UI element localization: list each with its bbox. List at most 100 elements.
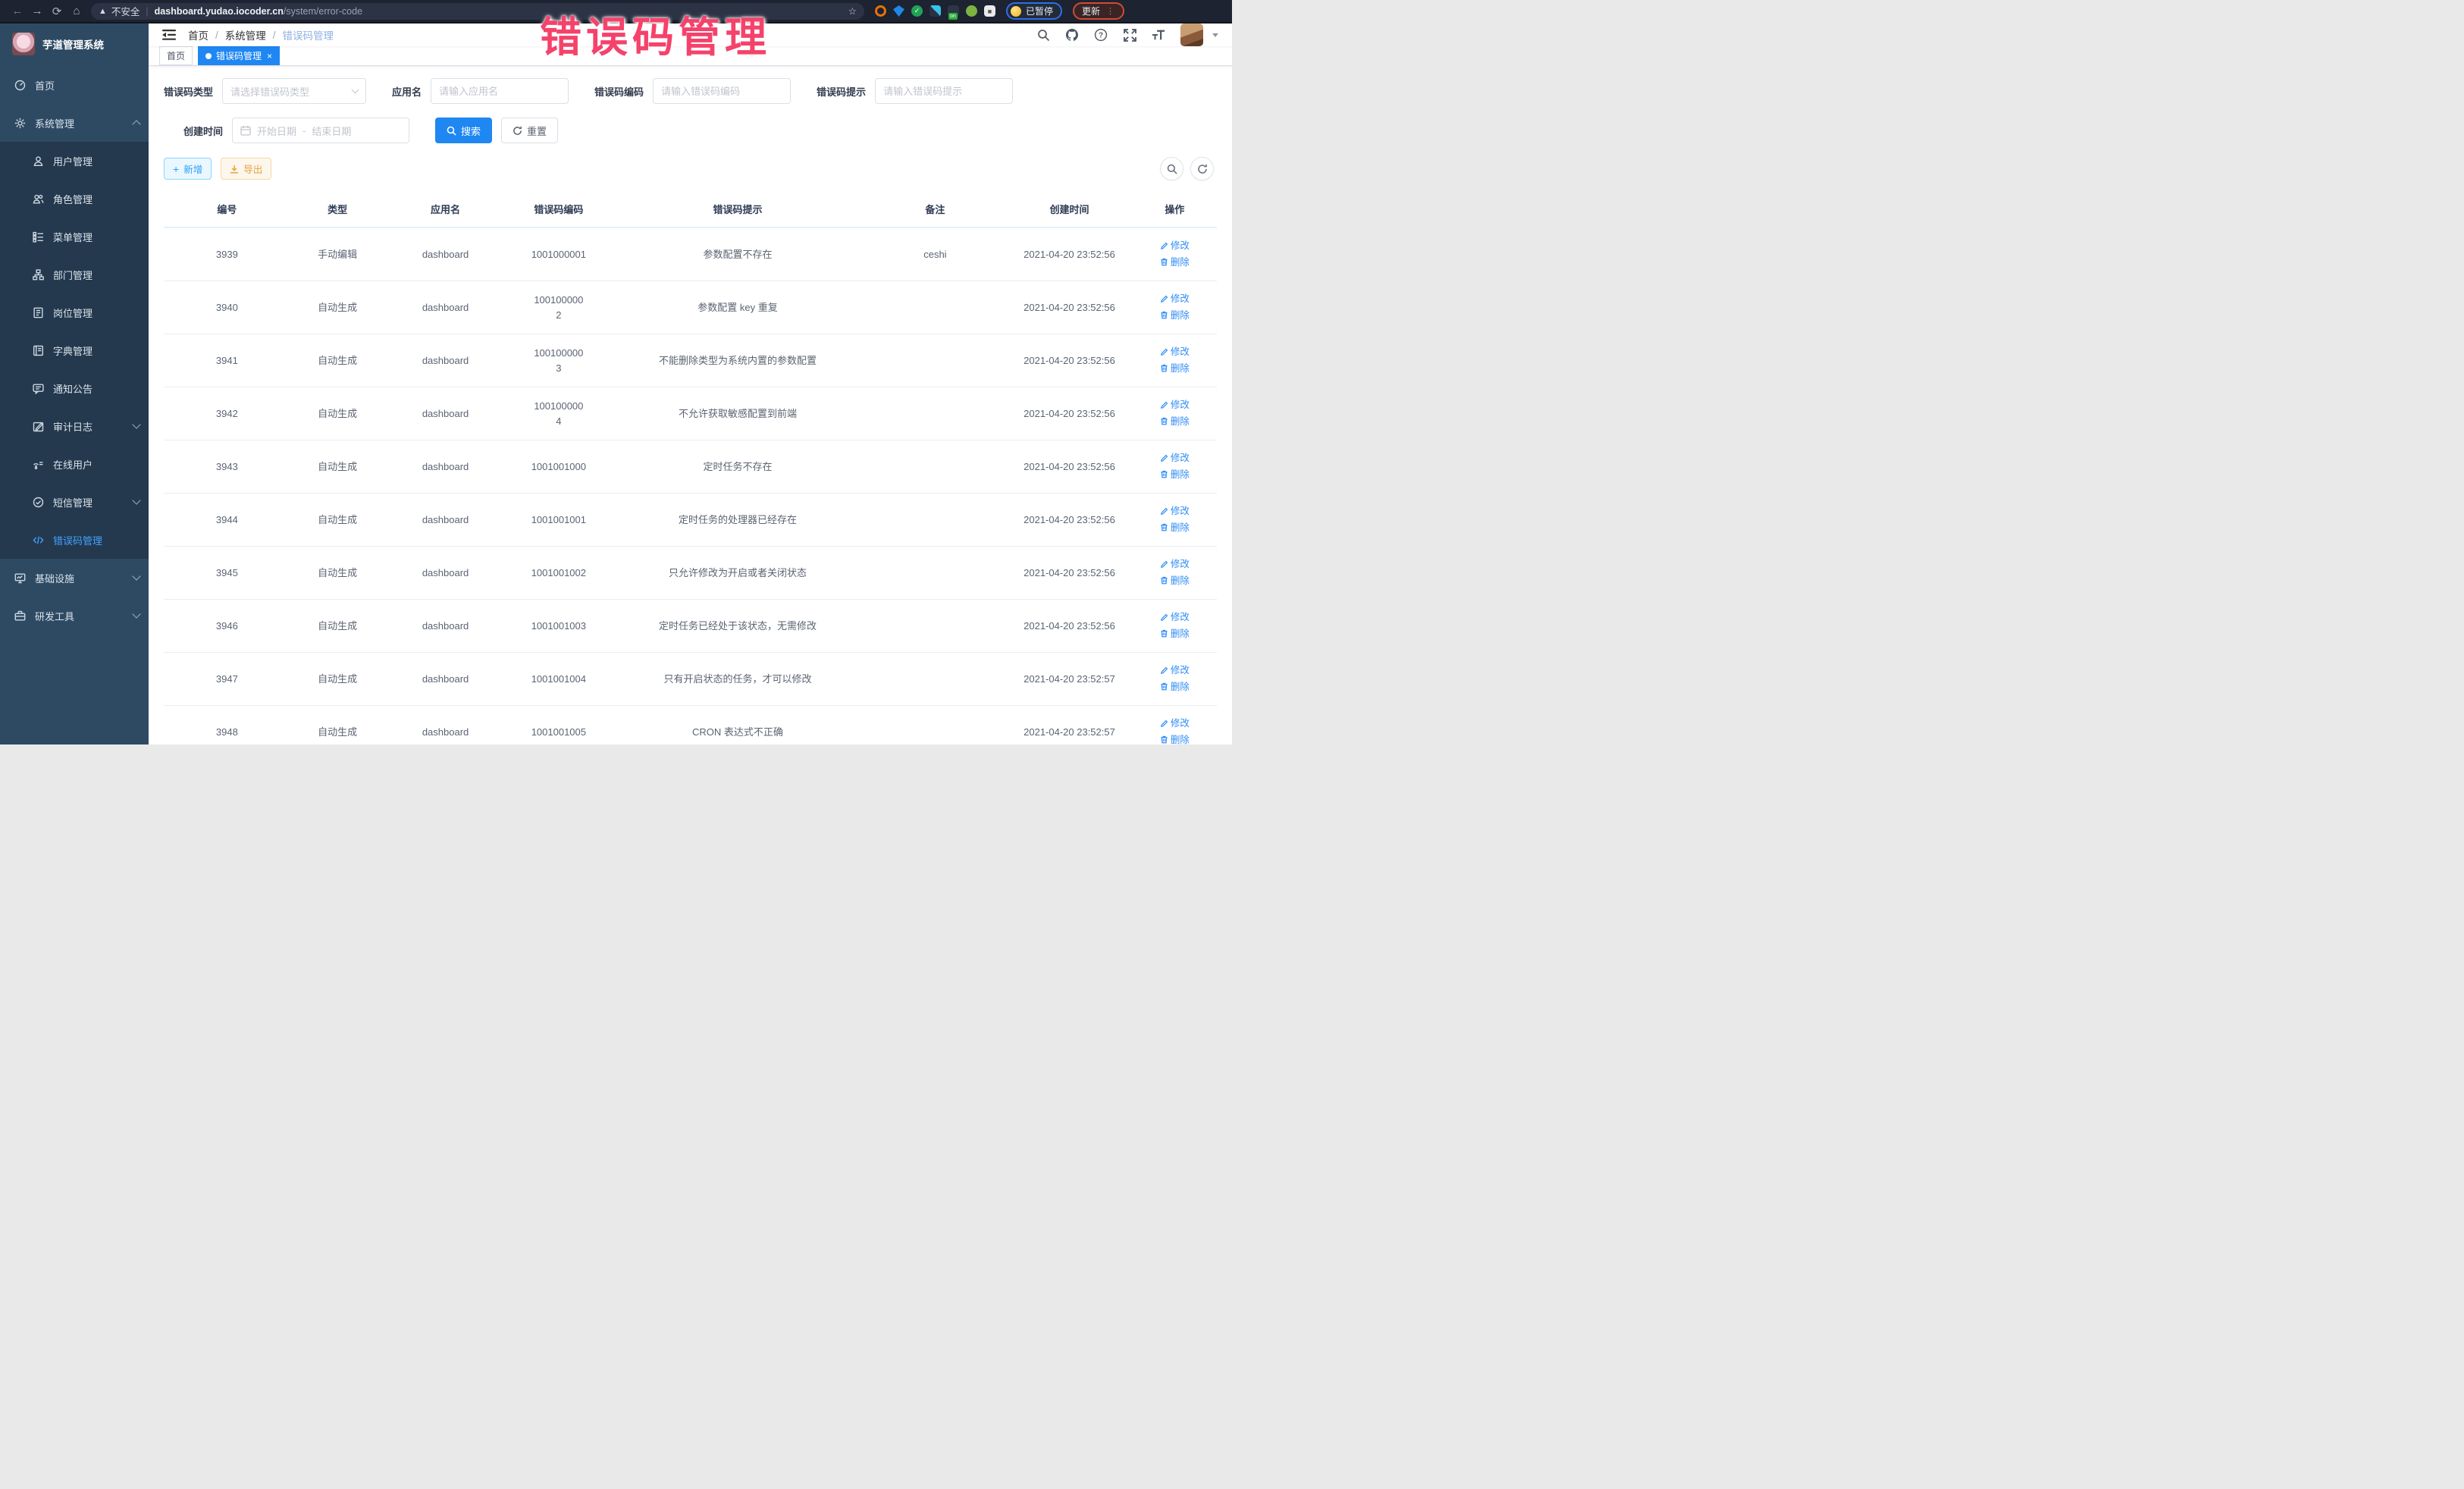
search-button[interactable]: 搜索 — [435, 118, 492, 143]
edit-link[interactable]: 修改 — [1160, 291, 1190, 306]
edit-link[interactable]: 修改 — [1160, 663, 1190, 678]
edit-link[interactable]: 修改 — [1160, 503, 1190, 519]
delete-link[interactable]: 删除 — [1160, 520, 1190, 535]
reload-icon[interactable]: ⟳ — [47, 5, 67, 18]
sidebar-item-首页[interactable]: 首页 — [0, 66, 149, 104]
column-header: 操作 — [1133, 191, 1217, 227]
sidebar-item-角色管理[interactable]: 角色管理 — [0, 180, 149, 218]
edit-link[interactable]: 修改 — [1160, 238, 1190, 253]
security-label[interactable]: 不安全 — [111, 4, 140, 18]
tag-错误码管理[interactable]: 错误码管理× — [198, 46, 280, 65]
sidebar: 芋道管理系统 首页 系统管理 用户管理 角色管理 菜单管理 部门管理 岗位管理 … — [0, 24, 149, 744]
sidebar-item-用户管理[interactable]: 用户管理 — [0, 142, 149, 180]
breadcrumb-current: 错误码管理 — [283, 27, 334, 42]
cell-create-time: 2021-04-20 23:52:56 — [1006, 440, 1133, 494]
app-name-input[interactable] — [439, 86, 560, 97]
delete-link[interactable]: 删除 — [1160, 732, 1190, 745]
edit-link[interactable]: 修改 — [1160, 716, 1190, 731]
edit-link[interactable]: 修改 — [1160, 344, 1190, 359]
edit-link[interactable]: 修改 — [1160, 556, 1190, 572]
delete-icon — [1160, 417, 1168, 425]
back-icon[interactable]: ← — [8, 5, 27, 17]
extension-icon[interactable]: on — [948, 5, 959, 17]
extension-icon[interactable] — [893, 5, 904, 17]
search-icon — [1167, 164, 1177, 174]
date-separator: - — [303, 125, 306, 136]
cell-type: 手动编辑 — [290, 227, 385, 281]
sidebar-item-label: 在线用户 — [53, 457, 92, 472]
collapse-sidebar-icon[interactable] — [162, 29, 176, 41]
delete-link[interactable]: 删除 — [1160, 679, 1190, 694]
breadcrumb-system[interactable]: 系统管理 — [225, 27, 266, 42]
forward-icon[interactable]: → — [27, 5, 47, 17]
home-icon[interactable]: ⌂ — [67, 5, 86, 17]
sidebar-item-短信管理[interactable]: 短信管理 — [0, 483, 149, 521]
table-body: 3939手动编辑dashboard1001000001参数配置不存在ceshi2… — [164, 227, 1217, 744]
delete-link[interactable]: 删除 — [1160, 255, 1190, 270]
delete-link[interactable]: 删除 — [1160, 308, 1190, 323]
sidebar-item-岗位管理[interactable]: 岗位管理 — [0, 293, 149, 331]
sidebar-item-通知公告[interactable]: 通知公告 — [0, 369, 149, 407]
profile-paused-badge[interactable]: 已暂停 — [1006, 2, 1062, 20]
refresh-table-button[interactable] — [1190, 157, 1214, 180]
cell-remark — [864, 387, 1007, 440]
extension-icon[interactable] — [875, 5, 886, 17]
cell-actions: 修改删除 — [1133, 653, 1217, 706]
column-header: 编号 — [164, 191, 290, 227]
user-avatar[interactable] — [1180, 24, 1203, 46]
cell-type: 自动生成 — [290, 653, 385, 706]
extension-icon[interactable] — [966, 5, 977, 17]
sidebar-item-部门管理[interactable]: 部门管理 — [0, 255, 149, 293]
browser-update-button[interactable]: 更新 ⋮ — [1073, 2, 1124, 20]
toggle-search-button[interactable] — [1160, 157, 1183, 180]
search-form-row-2: 创建时间 开始日期 - 结束日期 搜索 重置 — [164, 118, 1217, 143]
bookmark-star-icon[interactable]: ☆ — [848, 5, 857, 17]
sidebar-item-菜单管理[interactable]: 菜单管理 — [0, 218, 149, 255]
sidebar-item-label: 岗位管理 — [53, 306, 92, 320]
cell-code: 100100000 2 — [506, 281, 611, 334]
export-button[interactable]: 导出 — [221, 158, 271, 180]
cell-create-time: 2021-04-20 23:52:56 — [1006, 334, 1133, 387]
sidebar-item-审计日志[interactable]: 审计日志 — [0, 407, 149, 445]
delete-link[interactable]: 删除 — [1160, 467, 1190, 482]
error-message-input[interactable] — [883, 86, 1005, 97]
extension-icon[interactable] — [929, 5, 941, 17]
error-code-input[interactable] — [661, 86, 782, 97]
delete-link[interactable]: 删除 — [1160, 361, 1190, 376]
tag-首页[interactable]: 首页 — [159, 46, 193, 65]
avatar-caret-icon[interactable] — [1212, 33, 1218, 37]
cell-app: dashboard — [385, 334, 506, 387]
sidebar-item-错误码管理[interactable]: 错误码管理 — [0, 521, 149, 559]
close-icon[interactable]: × — [267, 51, 272, 61]
add-button[interactable]: + 新增 — [164, 158, 212, 180]
sidebar-item-label: 首页 — [35, 78, 55, 92]
sidebar-item-label: 通知公告 — [53, 381, 92, 396]
delete-link[interactable]: 删除 — [1160, 414, 1190, 429]
edit-link[interactable]: 修改 — [1160, 450, 1190, 466]
fullscreen-icon[interactable] — [1123, 28, 1136, 42]
help-icon[interactable]: ? — [1094, 28, 1108, 42]
sidebar-item-系统管理[interactable]: 系统管理 — [0, 104, 149, 142]
edit-link[interactable]: 修改 — [1160, 610, 1190, 625]
search-icon[interactable] — [1036, 28, 1050, 42]
extensions-puzzle-icon[interactable]: ■ — [984, 5, 995, 17]
edit-link[interactable]: 修改 — [1160, 397, 1190, 412]
sidebar-item-字典管理[interactable]: 字典管理 — [0, 331, 149, 369]
breadcrumb-home[interactable]: 首页 — [188, 27, 208, 42]
delete-link[interactable]: 删除 — [1160, 626, 1190, 641]
sidebar-item-在线用户[interactable]: 在线用户 — [0, 445, 149, 483]
cell-remark — [864, 334, 1007, 387]
error-code-type-select[interactable]: 请选择错误码类型 — [222, 78, 366, 104]
sidebar-logo[interactable]: 芋道管理系统 — [0, 24, 149, 66]
date-range-picker[interactable]: 开始日期 - 结束日期 — [232, 118, 409, 143]
sidebar-item-研发工具[interactable]: 研发工具 — [0, 597, 149, 635]
kebab-menu-icon[interactable]: ⋮ — [1106, 6, 1115, 16]
sidebar-item-基础设施[interactable]: 基础设施 — [0, 559, 149, 597]
font-size-icon[interactable] — [1152, 28, 1165, 42]
tools-icon — [14, 610, 26, 622]
delete-link[interactable]: 删除 — [1160, 573, 1190, 588]
cell-app: dashboard — [385, 494, 506, 547]
github-icon[interactable] — [1065, 28, 1079, 42]
extension-icon[interactable]: ✓ — [911, 5, 923, 17]
reset-button[interactable]: 重置 — [501, 118, 558, 143]
